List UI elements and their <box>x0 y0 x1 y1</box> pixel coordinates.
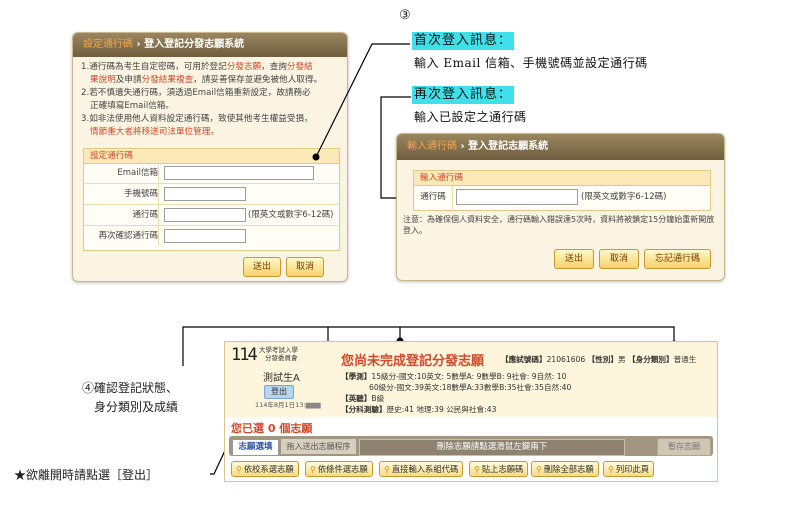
password2-hint: (限英文或數字6-12碼) <box>581 192 667 202</box>
save-draft-button[interactable]: 暫存志願 <box>657 438 711 456</box>
submit2-button[interactable]: 送出 <box>554 249 594 269</box>
logo-number: 114 <box>231 345 258 365</box>
form2-row: 通行碼 (限英文或數字6-12碼) <box>414 185 710 210</box>
lockout-note: 注意：為確保個人資料安全，通行碼輸入錯誤達5次時，資料將被鎖定15分鐘始重新開放… <box>403 215 715 235</box>
grade-line-1: 【學測】15級分-國文:10英文: 5數學A: 9數學B: 9社會: 9自然: … <box>341 372 567 381</box>
password2-field[interactable] <box>456 189 578 205</box>
grade-line-2: 60級分-國文:39英文:18數學A:33數學B:35社會:35自然:40 <box>369 383 572 392</box>
password2-label: 通行碼 <box>414 185 453 209</box>
selection-area: 您已選 0 個志願 志願選填 拖入送出志願程序 刪除志願請點選滑鼠左鍵兩下 暫存… <box>224 417 718 482</box>
status-title: 您尚未完成登記分發志願 <box>341 354 485 369</box>
english-line: 【英聽】B級 <box>341 394 385 403</box>
exam-info: 【應試號碼】21061606 【性別】男 【身分類別】普通生 <box>501 355 697 364</box>
login-timestamp: 114年8月1日13:▆▆▆ <box>255 401 321 409</box>
status-panel: 114 大學考試入學 分發委員會 測試生A 登出 114年8月1日13:▆▆▆ … <box>224 341 718 419</box>
action-print-button[interactable]: ⚲ 列印此頁 <box>603 461 655 477</box>
enter-password-panel: 輸入通行碼 › 登入登記志願系統 輸入通行碼 通行碼 (限英文或數字6-12碼)… <box>396 133 725 281</box>
action-bar: ⚲ 依校系選志願 ⚲ 依條件選志願 ⚲ 直接輸入系組代碼 ⚲ 貼上志願碼 ⚲ 刪除全部志願… <box>229 461 713 481</box>
user-name: 測試生A <box>263 373 300 384</box>
header2-title: 登入登記志願系統 <box>468 141 549 152</box>
step-4-line1: ④確認登記狀態、 <box>82 381 179 395</box>
action-by-school-button[interactable]: ⚲ 依校系選志願 <box>231 461 299 477</box>
pin-icon: ⚲ <box>536 465 542 474</box>
step-4-line2: 身分類別及成績 <box>94 400 179 414</box>
tab-drag-submit[interactable]: 拖入送出志願程序 <box>281 439 356 454</box>
logout-instruction: ★欲離開時請點選［登出］ <box>14 468 159 482</box>
selected-count-text: 您已選 0 個志願 <box>231 422 313 435</box>
form2-title: 輸入通行碼 <box>414 171 710 186</box>
enter-password-form: 輸入通行碼 通行碼 (限英文或數字6-12碼) <box>413 170 711 211</box>
panel2-header: 輸入通行碼 › 登入登記志願系統 <box>397 134 724 160</box>
subject-line: 【分科測驗】歷史:41 地理:39 公民與社會:43 <box>341 405 497 414</box>
action-enter-code-button[interactable]: ⚲ 直接輸入系組代碼 <box>379 461 464 477</box>
cancel2-button[interactable]: 取消 <box>599 249 639 269</box>
logo-text: 大學考試入學 分發委員會 <box>259 346 298 362</box>
tab-select-wishes[interactable]: 志願選填 <box>232 439 279 456</box>
action-paste-code-button[interactable]: ⚲ 貼上志願碼 <box>469 461 529 477</box>
drag-hint-bar: 刪除志願請點選滑鼠左鍵兩下 <box>359 439 625 456</box>
logout-button[interactable]: 登出 <box>264 385 294 399</box>
action-delete-all-button[interactable]: ⚲ 刪除全部志願 <box>531 461 599 477</box>
action-by-condition-button[interactable]: ⚲ 依條件選志願 <box>305 461 373 477</box>
forgot-password-button[interactable]: 忘記通行碼 <box>644 249 711 269</box>
pin-icon: ⚲ <box>384 465 390 474</box>
header2-crumb: 輸入通行碼 <box>407 141 457 152</box>
pin-icon: ⚲ <box>236 465 242 474</box>
pin-icon: ⚲ <box>608 465 614 474</box>
pin-icon: ⚲ <box>474 465 480 474</box>
pin-icon: ⚲ <box>310 465 316 474</box>
